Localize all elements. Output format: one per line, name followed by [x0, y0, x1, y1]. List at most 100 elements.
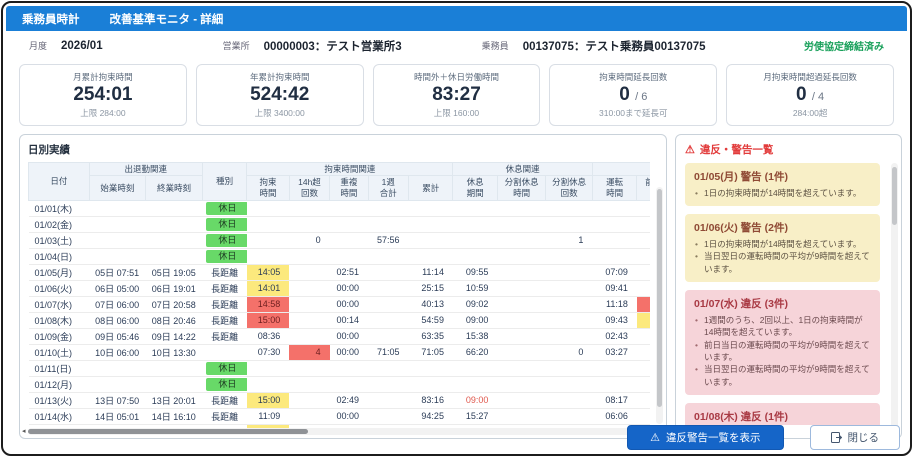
table-cell: [637, 216, 650, 232]
table-cell: [592, 200, 636, 216]
stat-value: 524:42: [250, 84, 309, 105]
table-vertical-scrollbar[interactable]: [656, 187, 663, 424]
table-cell: 83:16: [408, 392, 452, 408]
table-cell: [289, 216, 329, 232]
table-cell: 休日: [202, 216, 246, 232]
month-value: 2026/01: [61, 40, 103, 52]
table-cell: 長距離: [202, 280, 246, 296]
table-cell: 01/11(日): [29, 360, 90, 376]
table-cell: 07日 06:00: [89, 296, 146, 312]
page-title: 改善基準モニタ - 詳細: [110, 11, 224, 27]
table-row: 01/08(木)08日 06:0008日 20:46長距離15:0000:145…: [29, 312, 651, 328]
table-cell: [247, 216, 289, 232]
violations-vertical-scrollbar-thumb[interactable]: [892, 167, 897, 225]
table-cell: 休日: [202, 232, 246, 248]
table-cell: 07:30: [247, 344, 289, 360]
table-horizontal-scrollbar[interactable]: ◂: [28, 428, 650, 435]
holiday-badge: 休日: [206, 202, 246, 215]
table-cell: 01/03(土): [29, 232, 90, 248]
table-cell: [89, 216, 146, 232]
holiday-badge: 休日: [206, 250, 246, 263]
alert-item-list: 1日の拘束時間が14時間を超えています。当日翌日の運転時間の平均が9時間を超えて…: [694, 238, 871, 275]
table-cell: [368, 328, 408, 344]
table-row: 01/11(日) 休日: [29, 360, 651, 376]
table-cell: [453, 360, 497, 376]
column-header: 休息期間: [453, 176, 497, 200]
table-row: 01/07(水)07日 06:0007日 20:58長距離14:5800:004…: [29, 296, 651, 312]
show-violation-list-button[interactable]: ⚠ 違反警告一覧を表示: [627, 425, 783, 450]
table-row: 01/04(日)休日: [29, 248, 651, 264]
close-button[interactable]: 閉じる: [810, 425, 901, 450]
table-cell: [289, 296, 329, 312]
stat-card-binding-extension-count: 拘束時間延長回数 0 / 6 310:00まで延長可: [549, 64, 717, 126]
table-cell: 0: [289, 232, 329, 248]
table-cell: [330, 232, 368, 248]
stat-title: 年累計拘束時間: [199, 71, 361, 83]
stat-value: 83:27: [432, 84, 481, 105]
table-cell: [497, 376, 546, 392]
table-cell: 03:27: [592, 344, 636, 360]
table-cell: 長距離: [202, 328, 246, 344]
table-cell: 06日 05:00: [89, 280, 146, 296]
scroll-left-arrow-icon[interactable]: ◂: [22, 428, 26, 435]
table-cell: [408, 216, 452, 232]
table-cell: [592, 360, 636, 376]
show-violation-list-label: 違反警告一覧を表示: [666, 430, 761, 445]
table-cell: [497, 392, 546, 408]
alert-card-title: 01/06(火) 警告 (2件): [694, 220, 871, 235]
table-cell: [546, 280, 593, 296]
violations-card-list: 01/05(月) 警告 (1件)1日の拘束時間が14時間を超えています。01/0…: [685, 163, 892, 425]
holiday-badge: 休日: [206, 362, 246, 375]
table-cell: 0: [546, 344, 593, 360]
table-cell: [497, 232, 546, 248]
column-header: 始業時刻: [89, 176, 146, 200]
table-cell: [146, 216, 203, 232]
alert-item: 1日の拘束時間が14時間を超えています。: [694, 238, 871, 250]
table-cell: [202, 344, 246, 360]
table-cell: 05日 07:51: [89, 264, 146, 280]
table-cell: [546, 376, 593, 392]
table-cell: [368, 312, 408, 328]
table-cell: 09:00: [453, 312, 497, 328]
table-cell: [368, 264, 408, 280]
table-cell: 07:11: [637, 408, 650, 424]
office-label: 営業所: [223, 39, 250, 52]
column-header: 重複時間: [330, 176, 368, 200]
table-cell: [289, 312, 329, 328]
violation-card: 01/07(水) 違反 (3件)1週間のうち、2回以上、1日の拘束時間が14時間…: [685, 290, 880, 395]
table-vertical-scrollbar-thumb[interactable]: [657, 189, 662, 407]
table-cell: 11:09: [247, 408, 289, 424]
table-cell: [546, 296, 593, 312]
table-cell: [289, 280, 329, 296]
violations-vertical-scrollbar[interactable]: [891, 163, 898, 432]
table-cell: [408, 248, 452, 264]
table-cell: [637, 232, 650, 248]
daily-table: 日付出退勤関連種別拘束時間関連休息関連始業時刻終業時刻拘束時間14h超回数重複時…: [28, 162, 650, 434]
table-cell: [368, 200, 408, 216]
stat-sub: 上限 3400:00: [199, 107, 361, 119]
driver-value: 00137075：テスト乗務員00137075: [523, 38, 706, 54]
table-cell: 11:14: [408, 264, 452, 280]
table-cell: 01/05(月): [29, 264, 90, 280]
table-cell: 09:41: [592, 280, 636, 296]
table-cell: 15:27: [453, 408, 497, 424]
table-cell: 06日 19:01: [146, 280, 203, 296]
stat-sub: 上限 160:00: [376, 107, 538, 119]
table-cell: [497, 312, 546, 328]
table-cell: 09:43: [592, 312, 636, 328]
table-cell: [330, 360, 368, 376]
table-cell: 06:13: [637, 328, 650, 344]
table-cell: 09:02: [453, 296, 497, 312]
table-cell: [592, 248, 636, 264]
table-cell: 1: [546, 232, 593, 248]
table-cell: [89, 232, 146, 248]
table-cell: [453, 216, 497, 232]
violations-panel-header: ⚠ 違反・警告一覧: [685, 142, 892, 157]
table-cell: [637, 200, 650, 216]
table-cell: [453, 232, 497, 248]
table-cell: [247, 248, 289, 264]
table-cell: [497, 248, 546, 264]
table-cell: [368, 376, 408, 392]
alert-card-title: 01/07(水) 違反 (3件): [694, 296, 871, 311]
table-horizontal-scrollbar-thumb[interactable]: [28, 429, 308, 434]
